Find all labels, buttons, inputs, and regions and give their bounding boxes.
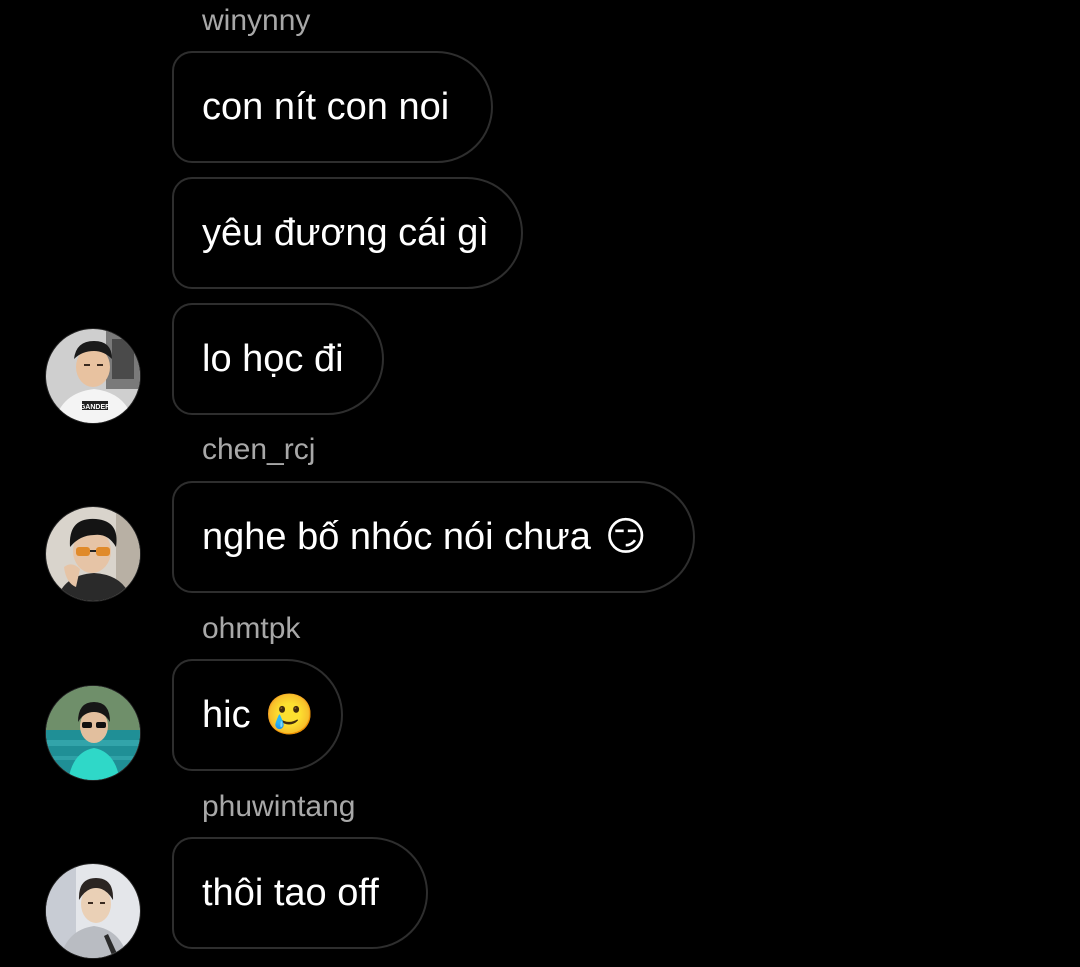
message-text: nghe bố nhóc nói chưa [202, 515, 591, 558]
smirk-emoji-icon: 😏 [604, 515, 647, 559]
sender-name-chen-rcj[interactable]: chen_rcj [202, 432, 315, 468]
message-text: yêu đương cái gì [202, 211, 489, 254]
sender-name-winynny[interactable]: winynny [202, 3, 310, 39]
message-bubble[interactable]: nghe bố nhóc nói chưa 😏 [172, 481, 695, 593]
message-bubble[interactable]: hic 🥲 [172, 659, 343, 771]
message-bubble[interactable]: yêu đương cái gì [172, 177, 523, 289]
avatar-ohmtpk-image [46, 686, 140, 780]
avatar-winynny-image: GANDER [46, 329, 140, 423]
avatar-chen-rcj-image [46, 507, 140, 601]
message-text: con nít con noi [202, 85, 450, 128]
avatar-ohmtpk[interactable] [45, 685, 141, 781]
avatar-chen-rcj[interactable] [45, 506, 141, 602]
message-text: hic [202, 693, 251, 736]
message-text: thôi tao off [202, 871, 379, 914]
message-text: lo học đi [202, 337, 344, 380]
message-bubble[interactable]: con nít con noi [172, 51, 493, 163]
avatar-phuwintang[interactable] [45, 863, 141, 959]
sender-name-ohmtpk[interactable]: ohmtpk [202, 611, 300, 647]
message-bubble[interactable]: lo học đi [172, 303, 384, 415]
smiling-face-with-tear-emoji-icon: 🥲 [264, 693, 315, 737]
message-bubble[interactable]: thôi tao off [172, 837, 428, 949]
sender-name-phuwintang[interactable]: phuwintang [202, 789, 355, 825]
avatar-phuwintang-image [46, 864, 140, 958]
shirt-logo: GANDER [80, 404, 110, 411]
avatar-winynny[interactable]: GANDER [45, 328, 141, 424]
